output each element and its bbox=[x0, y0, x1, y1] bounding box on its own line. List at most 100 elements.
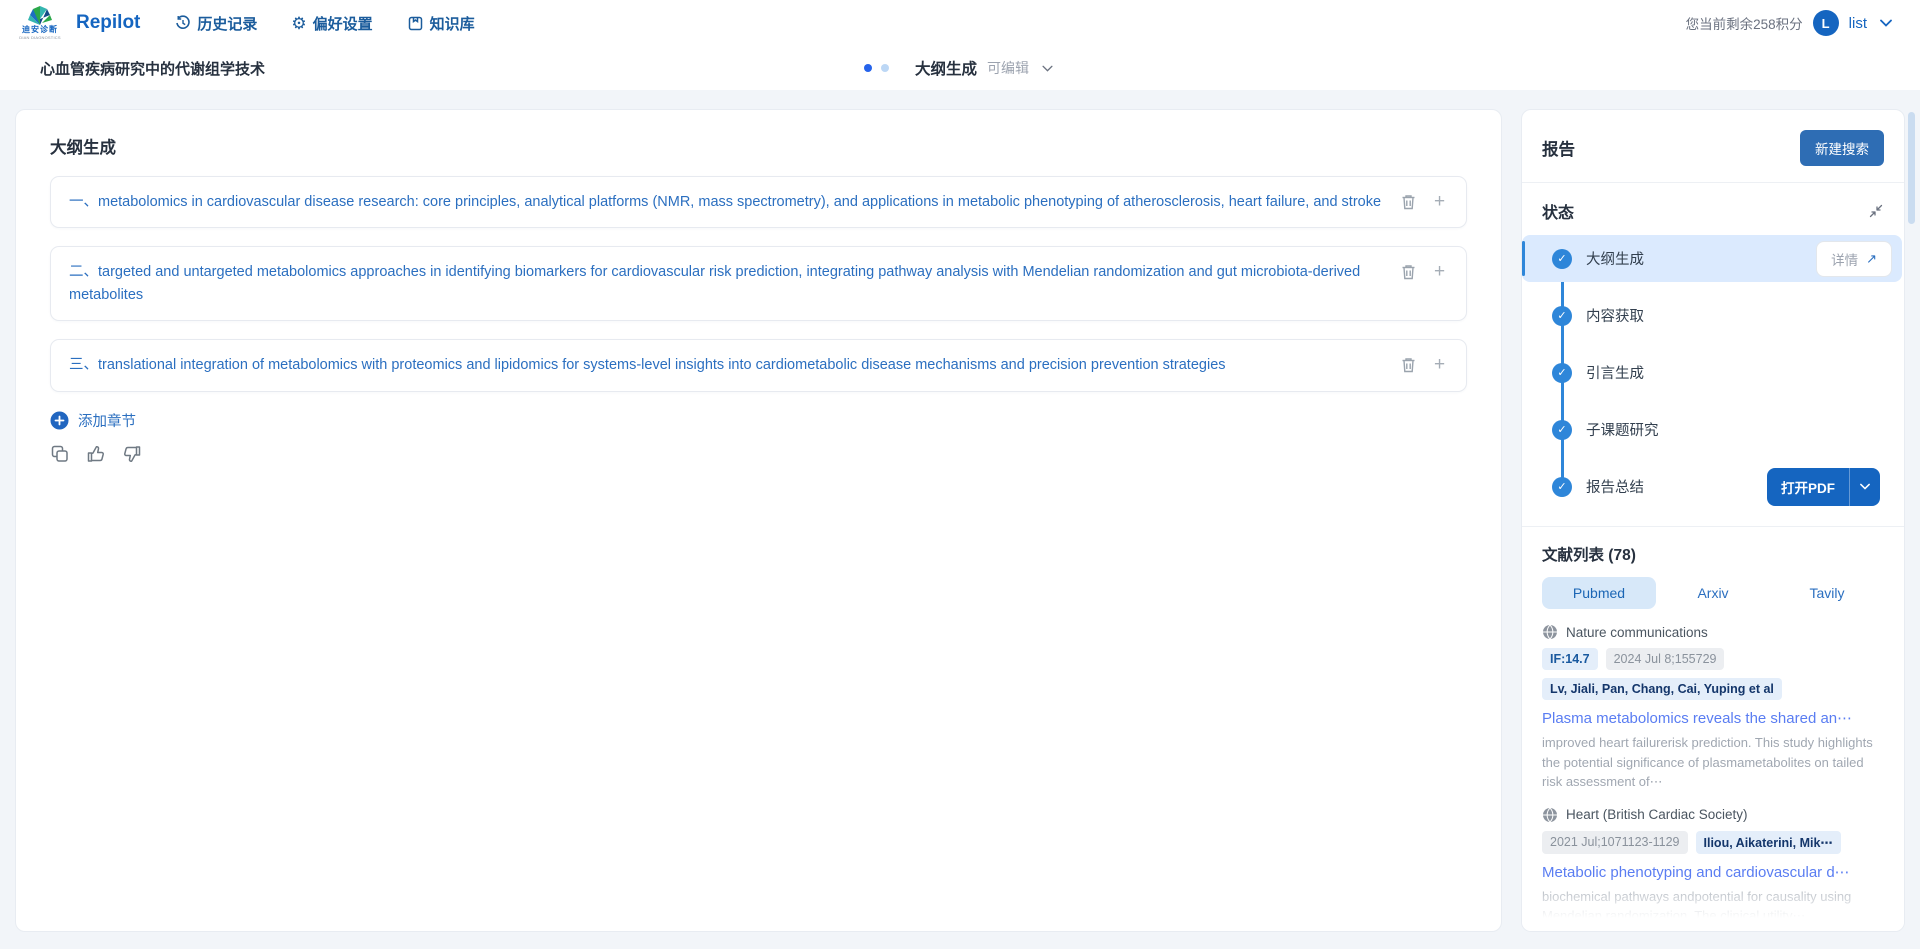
copy-icon[interactable] bbox=[50, 445, 69, 464]
new-search-button[interactable]: 新建搜索 bbox=[1800, 130, 1884, 166]
book-icon bbox=[407, 15, 424, 32]
add-chapter-button[interactable]: 添加章节 bbox=[50, 410, 136, 431]
brand-name-en: DIAN DIAGNOSTICS bbox=[19, 35, 60, 40]
gear-icon: ⚙ bbox=[291, 15, 306, 32]
outline-item-body: translational integration of metabolomic… bbox=[98, 357, 1226, 373]
dot-active[interactable] bbox=[864, 64, 872, 72]
literature-list-title: 文献列表 (78) bbox=[1542, 543, 1884, 565]
delete-chapter-icon[interactable] bbox=[1400, 263, 1417, 280]
step-label: 子课题研究 bbox=[1586, 419, 1659, 440]
divider bbox=[1522, 526, 1904, 527]
add-chapter-label: 添加章节 bbox=[78, 410, 136, 431]
article-title-link[interactable]: Metabolic phenotyping and cardiovascular… bbox=[1542, 863, 1884, 881]
outline-item-body: targeted and untargeted metabolomics app… bbox=[69, 264, 1360, 302]
step-subtopic-research[interactable]: ✓ 子课题研究 bbox=[1542, 406, 1884, 453]
globe-icon bbox=[1542, 807, 1558, 823]
article-abstract: biochemical pathways andpotential for ca… bbox=[1542, 887, 1884, 926]
publication-date-badge: 2024 Jul 8;155729 bbox=[1606, 648, 1725, 670]
add-subchapter-icon[interactable]: + bbox=[1431, 356, 1448, 373]
check-circle-icon: ✓ bbox=[1552, 420, 1572, 440]
chevron-down-icon[interactable] bbox=[1877, 15, 1894, 32]
feedback-toolbar bbox=[50, 445, 1467, 464]
collapse-icon[interactable] bbox=[1867, 203, 1884, 220]
outline-item-text: 二、targeted and untargeted metabolomics a… bbox=[69, 261, 1384, 306]
outline-panel: 大纲生成 一、metabolomics in cardiovascular di… bbox=[15, 109, 1502, 932]
outline-panel-title: 大纲生成 bbox=[50, 134, 1467, 158]
report-sidebar: 报告 新建搜索 状态 ✓ 大纲生成 详情 ↗ ✓ 内容获取 bbox=[1521, 109, 1905, 932]
step-label: 引言生成 bbox=[1586, 362, 1644, 383]
nav-item-preferences[interactable]: ⚙ 偏好设置 bbox=[291, 13, 372, 34]
detail-button-label: 详情 bbox=[1831, 249, 1858, 269]
app-title: Repilot bbox=[76, 12, 140, 34]
page-scrollbar-thumb[interactable] bbox=[1908, 112, 1915, 224]
add-subchapter-icon[interactable]: + bbox=[1431, 193, 1448, 210]
delete-chapter-icon[interactable] bbox=[1400, 193, 1417, 210]
journal-name: Nature communications bbox=[1566, 625, 1708, 640]
step-introduction-generation[interactable]: ✓ 引言生成 bbox=[1542, 349, 1884, 396]
impact-factor-badge: IF:14.7 bbox=[1542, 648, 1598, 670]
check-circle-icon: ✓ bbox=[1552, 363, 1572, 383]
nav-label: 偏好设置 bbox=[313, 13, 373, 34]
top-header: 迪安诊断 DIAN DIAGNOSTICS Repilot 历史记录 ⚙ 偏好设… bbox=[0, 0, 1920, 46]
stage-title: 大纲生成 bbox=[915, 57, 977, 79]
tab-tavily[interactable]: Tavily bbox=[1770, 577, 1884, 609]
nav-label: 知识库 bbox=[430, 13, 475, 34]
history-icon bbox=[174, 15, 191, 32]
avatar[interactable]: L bbox=[1813, 10, 1839, 36]
outline-item-body: metabolomics in cardiovascular disease r… bbox=[98, 194, 1381, 210]
delete-chapter-icon[interactable] bbox=[1400, 356, 1417, 373]
main-nav: 历史记录 ⚙ 偏好设置 知识库 bbox=[174, 13, 474, 34]
stage-pagination-dots bbox=[864, 64, 889, 72]
step-report-summary[interactable]: ✓ 报告总结 打开PDF bbox=[1542, 463, 1884, 510]
status-title: 状态 bbox=[1542, 199, 1574, 223]
pdf-dropdown-chevron-icon[interactable] bbox=[1850, 468, 1880, 506]
nav-item-knowledge-base[interactable]: 知识库 bbox=[407, 13, 475, 34]
outline-item-prefix: 三、 bbox=[69, 357, 98, 373]
nav-item-history[interactable]: 历史记录 bbox=[174, 13, 257, 34]
outline-item-3[interactable]: 三、translational integration of metabolom… bbox=[50, 339, 1467, 391]
credits-remaining: 您当前剩余258积分 bbox=[1686, 13, 1803, 33]
divider bbox=[1522, 182, 1904, 183]
stage-editable-badge: 可编辑 bbox=[987, 58, 1029, 78]
authors-badge: Lv, Jiali, Pan, Chang, Cai, Yuping et al bbox=[1542, 678, 1782, 700]
outline-item-text: 三、translational integration of metabolom… bbox=[69, 354, 1384, 376]
journal-name: Heart (British Cardiac Society) bbox=[1566, 807, 1748, 822]
outline-item-2[interactable]: 二、targeted and untargeted metabolomics a… bbox=[50, 246, 1467, 321]
step-label: 报告总结 bbox=[1586, 476, 1644, 497]
thumbs-down-icon[interactable] bbox=[122, 445, 141, 464]
outline-item-text: 一、metabolomics in cardiovascular disease… bbox=[69, 191, 1384, 213]
brand-name-cn: 迪安诊断 bbox=[22, 26, 58, 35]
check-circle-icon: ✓ bbox=[1552, 306, 1572, 326]
publication-date-badge: 2021 Jul;1071123-1129 bbox=[1542, 831, 1688, 854]
literature-source-tabs: Pubmed Arxiv Tavily bbox=[1542, 577, 1884, 609]
step-content-fetch[interactable]: ✓ 内容获取 bbox=[1542, 292, 1884, 339]
external-link-icon: ↗ bbox=[1866, 251, 1877, 267]
plus-circle-icon bbox=[50, 411, 69, 430]
username[interactable]: list bbox=[1849, 15, 1867, 32]
stage-chevron-down-icon[interactable] bbox=[1039, 60, 1056, 77]
open-pdf-button[interactable]: 打开PDF bbox=[1767, 468, 1880, 506]
thumbs-up-icon[interactable] bbox=[86, 445, 105, 464]
literature-entry-2: Heart (British Cardiac Society) 2021 Jul… bbox=[1542, 807, 1884, 933]
nav-label: 历史记录 bbox=[197, 13, 257, 34]
globe-icon bbox=[1542, 624, 1558, 640]
dian-fan-icon bbox=[27, 6, 53, 26]
detail-button[interactable]: 详情 ↗ bbox=[1816, 241, 1892, 277]
step-outline-generation[interactable]: ✓ 大纲生成 详情 ↗ bbox=[1522, 235, 1902, 282]
add-subchapter-icon[interactable]: + bbox=[1431, 263, 1448, 280]
brand-logo: 迪安诊断 DIAN DIAGNOSTICS bbox=[18, 6, 62, 40]
status-steps: ✓ 大纲生成 详情 ↗ ✓ 内容获取 ✓ 引言生成 ✓ 子课题研究 ✓ bbox=[1542, 235, 1884, 510]
tab-pubmed[interactable]: Pubmed bbox=[1542, 577, 1656, 609]
step-label: 大纲生成 bbox=[1586, 248, 1644, 269]
outline-item-prefix: 一、 bbox=[69, 194, 98, 210]
document-title: 心血管疾病研究中的代谢组学技术 bbox=[40, 58, 265, 79]
sub-header: 心血管疾病研究中的代谢组学技术 大纲生成 可编辑 bbox=[0, 46, 1920, 90]
step-label: 内容获取 bbox=[1586, 305, 1644, 326]
article-abstract: improved heart failurerisk prediction. T… bbox=[1542, 733, 1884, 792]
dot-inactive[interactable] bbox=[881, 64, 889, 72]
article-title-link[interactable]: Plasma metabolomics reveals the shared a… bbox=[1542, 709, 1884, 727]
sidebar-title: 报告 bbox=[1542, 136, 1575, 160]
check-circle-icon: ✓ bbox=[1552, 249, 1572, 269]
tab-arxiv[interactable]: Arxiv bbox=[1656, 577, 1770, 609]
outline-item-1[interactable]: 一、metabolomics in cardiovascular disease… bbox=[50, 176, 1467, 228]
